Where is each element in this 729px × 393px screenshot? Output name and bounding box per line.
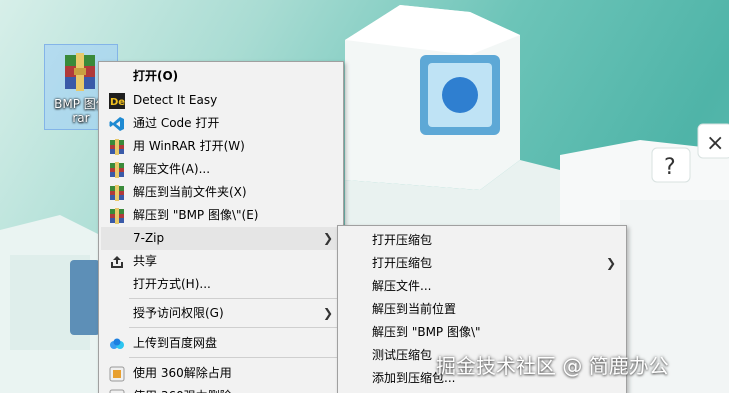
360-icon [109,389,125,393]
menu-item-open-with[interactable]: 打开方式(H)... [101,273,341,296]
menu-item-open-with-code[interactable]: 通过 Code 打开 [101,112,341,135]
menu-item-grant-access[interactable]: 授予访问权限(G) ❯ [101,302,341,325]
menu-item-extract-here[interactable]: 解压到当前文件夹(X) [101,181,341,204]
menu-item-open-winrar[interactable]: 用 WinRAR 打开(W) [101,135,341,158]
chevron-right-icon: ❯ [605,256,616,270]
share-icon [111,256,123,268]
menu-item-7zip[interactable]: 7-Zip ❯ [101,227,341,250]
winrar-icon [110,185,124,201]
desktop: ? × BMP 图像 rar 打开(O) De Detect It Easy 通… [0,0,729,393]
chevron-right-icon: ❯ [322,231,333,245]
submenu-item-extract-files[interactable]: 解压文件... [340,275,624,298]
menu-separator [129,327,341,328]
vscode-icon [109,117,124,131]
svg-text:De: De [110,97,125,108]
submenu-item-extract-here[interactable]: 解压到当前位置 [340,298,624,321]
menu-item-360-unlock[interactable]: 使用 360解除占用 [101,362,341,385]
detect-it-easy-icon: De [109,93,125,109]
menu-item-baidu-upload[interactable]: 上传到百度网盘 [101,332,341,355]
submenu-item-extract-to-folder[interactable]: 解压到 "BMP 图像\" [340,321,624,344]
menu-item-extract-files[interactable]: 解压文件(A)... [101,158,341,181]
submenu-item-open-archive-more[interactable]: 打开压缩包 ❯ [340,252,624,275]
svg-text:×: × [706,131,724,156]
menu-item-detect-it-easy[interactable]: De Detect It Easy [101,89,341,112]
360-icon [109,366,125,382]
context-menu: 打开(O) De Detect It Easy 通过 Code 打开 用 Win… [98,61,344,393]
winrar-archive-icon [65,53,95,91]
svg-text:?: ? [664,155,676,180]
baidu-netdisk-icon [110,338,124,349]
menu-item-360-delete[interactable]: 使用 360强力删除 [101,385,341,393]
chevron-right-icon: ❯ [322,306,333,320]
winrar-icon [110,162,124,178]
menu-separator [129,298,341,299]
winrar-icon [110,139,124,155]
menu-item-extract-to-folder[interactable]: 解压到 "BMP 图像\"(E) [101,204,341,227]
menu-item-open[interactable]: 打开(O) [101,65,341,88]
watermark-text: 掘金技术社区 @ 简鹿办公 [436,354,669,378]
winrar-icon [110,208,124,224]
menu-item-share[interactable]: 共享 [101,250,341,273]
submenu-item-open-archive[interactable]: 打开压缩包 [340,229,624,252]
menu-separator [129,357,341,358]
